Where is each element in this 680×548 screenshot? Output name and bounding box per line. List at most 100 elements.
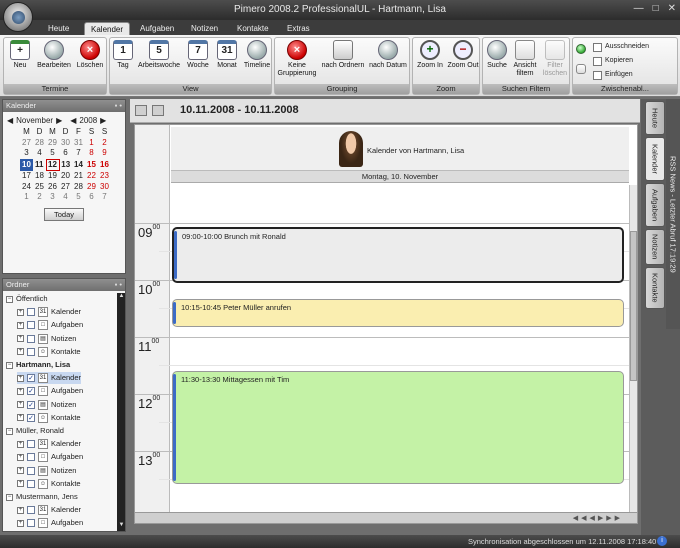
folder-checkbox[interactable] bbox=[27, 479, 35, 488]
close-icon[interactable]: ✕ bbox=[668, 3, 676, 14]
clear-filter-button[interactable]: Filter löschen bbox=[540, 40, 570, 78]
calendar-day[interactable]: 24 bbox=[20, 182, 33, 193]
calendar-day[interactable]: 4 bbox=[33, 148, 46, 159]
minimize-icon[interactable]: — bbox=[634, 3, 644, 14]
calendar-day[interactable]: 7 bbox=[98, 192, 111, 203]
side-tab-notizen[interactable]: Notizen bbox=[645, 229, 665, 265]
day-scroll-thumb[interactable] bbox=[630, 231, 637, 381]
sync-button[interactable] bbox=[574, 44, 588, 56]
group-by-date-button[interactable]: nach Datum bbox=[367, 40, 409, 70]
folder-item[interactable]: + ▤ Notizen bbox=[17, 465, 76, 477]
folder-item[interactable]: +31 Kalender bbox=[17, 438, 81, 450]
today-button[interactable]: Today bbox=[44, 208, 84, 221]
expand-icon[interactable]: + bbox=[17, 387, 24, 395]
folder-checkbox[interactable] bbox=[27, 466, 35, 475]
folder-item[interactable]: + ✓ 31 Kalender bbox=[17, 372, 82, 385]
delete-button[interactable]: × Löschen bbox=[74, 40, 106, 70]
calendar-day[interactable]: 31 bbox=[72, 138, 85, 149]
calendar-day[interactable]: 1 bbox=[85, 138, 98, 149]
calendar-day[interactable]: 29 bbox=[85, 182, 98, 193]
folder-scrollbar[interactable]: ▲ ▼ bbox=[117, 293, 125, 531]
side-tab-aufgaben[interactable]: Aufgaben bbox=[645, 183, 665, 227]
maximize-icon[interactable]: □ bbox=[653, 3, 659, 14]
next-month-icon[interactable]: ▶ bbox=[56, 116, 62, 125]
appointment[interactable]: 10:15-10:45 Peter Müller anrufen bbox=[172, 299, 624, 327]
expand-icon[interactable]: + bbox=[17, 440, 24, 448]
no-grouping-button[interactable]: × Keine Gruppierung bbox=[276, 40, 318, 78]
folder-checkbox[interactable] bbox=[27, 334, 35, 343]
rss-news-tab[interactable]: RSS News - Letzter Abruf 17:19:29 bbox=[666, 99, 680, 329]
folder-item[interactable]: + ☺ Kontakte bbox=[17, 478, 81, 490]
calendar-day[interactable]: 15 bbox=[85, 159, 98, 171]
folder-item[interactable]: + ✓ ▤ Notizen bbox=[17, 399, 76, 411]
folder-checkbox[interactable] bbox=[27, 321, 35, 330]
next-year-icon[interactable]: ▶ bbox=[100, 116, 106, 125]
appointment[interactable]: 11:30-13:30 Mittagessen mit Tim bbox=[172, 371, 624, 484]
scroll-up-icon[interactable]: ▲ bbox=[117, 293, 125, 302]
next-date-icon[interactable] bbox=[152, 105, 164, 116]
paste-button[interactable]: Einfügen bbox=[593, 69, 633, 81]
calendar-day[interactable]: 25 bbox=[33, 182, 46, 193]
expand-icon[interactable]: + bbox=[17, 414, 24, 422]
calendar-day[interactable]: 4 bbox=[59, 192, 72, 203]
expand-icon[interactable]: + bbox=[17, 506, 24, 514]
scroll-down-icon[interactable]: ▼ bbox=[117, 522, 125, 531]
folder-item[interactable]: + □ Aufgaben bbox=[17, 517, 83, 529]
calendar-day[interactable]: 28 bbox=[72, 182, 85, 193]
expand-icon[interactable]: − bbox=[6, 295, 13, 303]
search-button[interactable]: Suche bbox=[484, 40, 510, 70]
folder-checkbox[interactable]: ✓ bbox=[27, 400, 35, 409]
folder-group[interactable]: − Mustermann, Jens bbox=[6, 491, 78, 503]
calendar-day[interactable]: 22 bbox=[85, 171, 98, 182]
calendar-day[interactable]: 8 bbox=[85, 148, 98, 159]
calendar-day[interactable]: 3 bbox=[20, 148, 33, 159]
calendar-day[interactable]: 26 bbox=[46, 182, 59, 193]
folder-item[interactable]: + ☺ Kontakte bbox=[17, 346, 81, 358]
expand-icon[interactable]: + bbox=[17, 453, 24, 461]
expand-icon[interactable]: + bbox=[17, 308, 24, 316]
calendar-day[interactable]: 11 bbox=[33, 159, 46, 171]
calendar-day[interactable]: 30 bbox=[98, 182, 111, 193]
calendar-day[interactable]: 14 bbox=[72, 159, 85, 171]
calendar-day[interactable]: 10 bbox=[20, 159, 33, 171]
folder-group[interactable]: − Öffentlich bbox=[6, 293, 48, 305]
calendar-day[interactable]: 3 bbox=[46, 192, 59, 203]
folder-item[interactable]: + ✓ ☺ Kontakte bbox=[17, 412, 81, 424]
month-label[interactable]: November bbox=[16, 116, 53, 125]
side-tab-kalender[interactable]: Kalender bbox=[645, 137, 665, 181]
print-button[interactable] bbox=[574, 64, 588, 76]
folder-item[interactable]: +31 Kalender bbox=[17, 504, 81, 516]
expand-icon[interactable]: + bbox=[17, 335, 24, 343]
folder-checkbox[interactable] bbox=[27, 347, 35, 356]
folder-checkbox[interactable] bbox=[27, 519, 35, 528]
folder-checkbox[interactable]: ✓ bbox=[27, 374, 35, 383]
folder-checkbox[interactable] bbox=[27, 440, 35, 449]
prev-month-icon[interactable]: ◀ bbox=[7, 116, 13, 125]
app-menu-button[interactable] bbox=[3, 2, 33, 32]
zoom-in-button[interactable]: + Zoom In bbox=[414, 40, 446, 70]
calendar-day[interactable]: 9 bbox=[98, 148, 111, 159]
folder-checkbox[interactable] bbox=[27, 453, 35, 462]
folder-checkbox[interactable] bbox=[27, 308, 35, 317]
expand-icon[interactable]: + bbox=[17, 401, 24, 409]
calendar-day[interactable]: 6 bbox=[59, 148, 72, 159]
calendar-day[interactable]: 21 bbox=[72, 171, 85, 182]
navigation-arrows-icon[interactable]: ◀◀◀▶▶▶ bbox=[573, 514, 623, 522]
expand-icon[interactable]: − bbox=[6, 427, 13, 435]
side-tab-heute[interactable]: Heute bbox=[645, 101, 665, 135]
horizontal-scrollbar[interactable]: ◀◀◀▶▶▶ bbox=[134, 512, 638, 524]
view-week-button[interactable]: 7 Woche bbox=[184, 40, 212, 70]
tab-kontakte[interactable]: Kontakte bbox=[237, 22, 269, 35]
expand-icon[interactable]: − bbox=[6, 361, 13, 369]
calendar-day[interactable]: 20 bbox=[59, 171, 72, 182]
calendar-day[interactable]: 30 bbox=[59, 138, 72, 149]
folder-checkbox[interactable]: ✓ bbox=[27, 387, 35, 396]
calendar-day[interactable]: 27 bbox=[20, 138, 33, 149]
filter-view-button[interactable]: Ansicht filtern bbox=[510, 40, 540, 78]
tab-extras[interactable]: Extras bbox=[287, 22, 310, 35]
expand-icon[interactable]: + bbox=[17, 374, 24, 382]
appointment[interactable]: 09:00-10:00 Brunch mit Ronald bbox=[172, 227, 624, 283]
view-workweek-button[interactable]: 5 Arbeitswoche bbox=[136, 40, 182, 70]
calendar-day[interactable]: 18 bbox=[33, 171, 46, 182]
cut-button[interactable]: Ausschneiden bbox=[593, 41, 649, 53]
